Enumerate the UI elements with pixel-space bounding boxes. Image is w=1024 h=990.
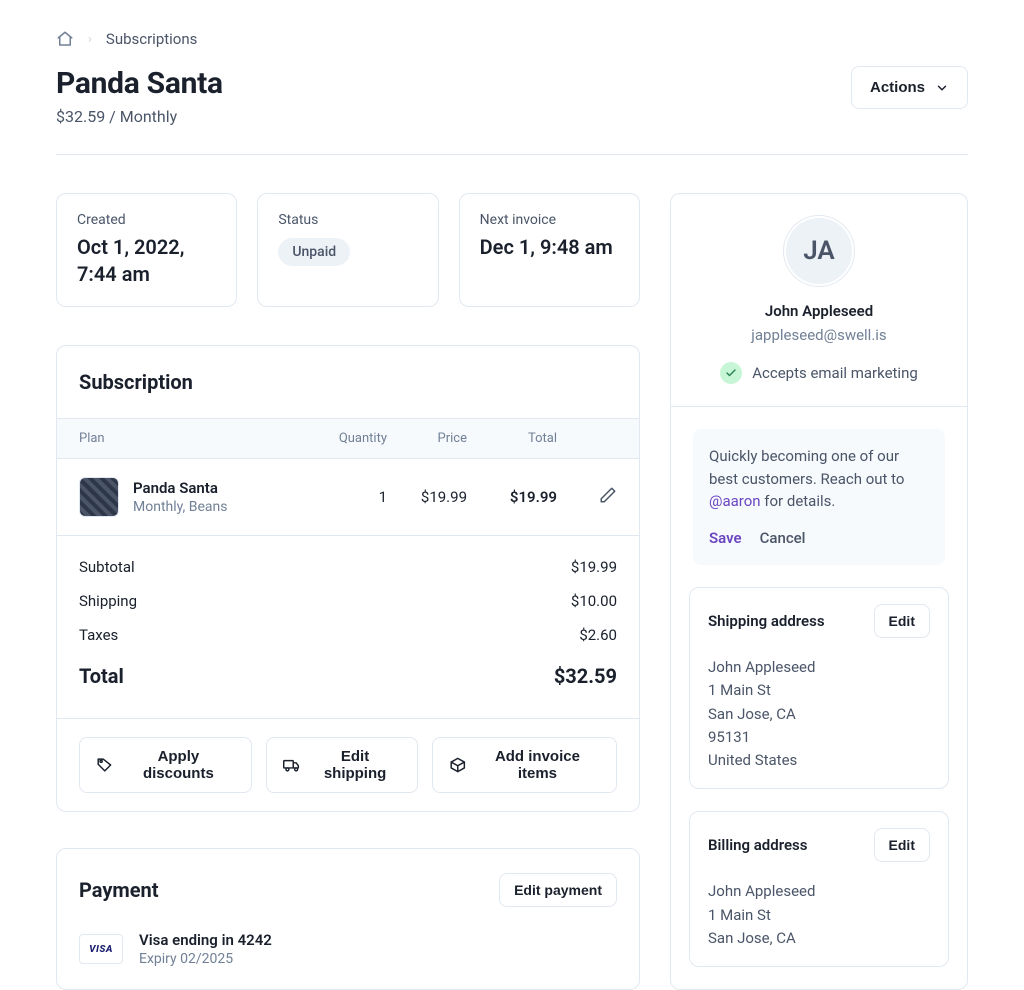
th-total: Total (467, 431, 557, 446)
card-expiry: Expiry 02/2025 (139, 951, 272, 967)
chevron-down-icon (935, 81, 949, 95)
billing-address-block: Billing address Edit John Appleseed 1 Ma… (689, 811, 949, 967)
payment-card-row: VISA Visa ending in 4242 Expiry 02/2025 (57, 931, 639, 989)
product-name: Panda Santa (133, 479, 227, 497)
subscription-panel: Subscription Plan Quantity Price Total P… (56, 345, 640, 812)
add-invoice-items-label: Add invoice items (475, 748, 600, 782)
line-total: $19.99 (467, 488, 557, 506)
email-marketing-status: Accepts email marketing (720, 362, 918, 384)
chevron-right-icon: › (88, 32, 92, 47)
edit-shipping-address-button[interactable]: Edit (874, 604, 930, 638)
home-icon[interactable] (56, 30, 74, 48)
payment-title: Payment (79, 878, 159, 902)
page-header: Panda Santa $32.59 / Monthly Actions (56, 66, 968, 155)
addr-line: 1 Main St (708, 904, 930, 927)
breadcrumb-section[interactable]: Subscriptions (106, 30, 197, 48)
customer-hero: JA John Appleseed jappleseed@swell.is Ac… (671, 194, 967, 407)
stat-created: Created Oct 1, 2022, 7:44 am (56, 193, 237, 307)
subscription-line-item: Panda Santa Monthly, Beans 1 $19.99 $19.… (57, 459, 639, 536)
subscription-title: Subscription (79, 370, 193, 394)
billing-address-lines: John Appleseed 1 Main St San Jose, CA (708, 880, 930, 950)
edit-billing-address-button[interactable]: Edit (874, 828, 930, 862)
stat-next-label: Next invoice (480, 212, 619, 228)
box-plus-icon (449, 756, 467, 774)
shipping-address-block: Shipping address Edit John Appleseed 1 M… (689, 587, 949, 789)
card-label: Visa ending in 4242 (139, 931, 272, 949)
product-meta: Monthly, Beans (133, 499, 227, 515)
email-marketing-label: Accepts email marketing (752, 364, 918, 382)
taxes-label: Taxes (79, 626, 118, 644)
stat-status: Status Unpaid (257, 193, 438, 307)
customer-email: jappleseed@swell.is (751, 326, 886, 344)
shipping-label: Shipping (79, 592, 137, 610)
billing-address-title: Billing address (708, 836, 807, 854)
truck-icon (283, 756, 301, 774)
note-cancel-button[interactable]: Cancel (760, 527, 806, 550)
total-value: $32.59 (554, 664, 617, 688)
addr-line: John Appleseed (708, 880, 930, 903)
customer-panel: JA John Appleseed jappleseed@swell.is Ac… (670, 193, 968, 990)
apply-discounts-label: Apply discounts (122, 748, 236, 782)
breadcrumb: › Subscriptions (56, 30, 968, 48)
subtotal-value: $19.99 (571, 558, 617, 576)
note-mention[interactable]: @aaron (709, 492, 761, 510)
line-price: $19.99 (387, 488, 467, 506)
stat-created-label: Created (77, 212, 216, 228)
addr-line: United States (708, 749, 930, 772)
stat-next-value: Dec 1, 9:48 am (480, 234, 619, 261)
apply-discounts-button[interactable]: Apply discounts (79, 737, 252, 793)
stat-next-invoice: Next invoice Dec 1, 9:48 am (459, 193, 640, 307)
stat-cards: Created Oct 1, 2022, 7:44 am Status Unpa… (56, 193, 640, 307)
note-save-button[interactable]: Save (709, 527, 742, 550)
addr-line: 1 Main St (708, 679, 930, 702)
shipping-value: $10.00 (571, 592, 617, 610)
payment-panel: Payment Edit payment VISA Visa ending in… (56, 848, 640, 990)
line-qty: 1 (317, 488, 387, 506)
th-price: Price (387, 431, 467, 446)
edit-shipping-button[interactable]: Edit shipping (266, 737, 418, 793)
subscription-table-head: Plan Quantity Price Total (57, 418, 639, 459)
customer-note: Quickly becoming one of our best custome… (693, 429, 945, 565)
taxes-value: $2.60 (579, 626, 617, 644)
tag-icon (96, 756, 114, 774)
actions-dropdown[interactable]: Actions (851, 66, 968, 109)
total-label: Total (79, 664, 124, 688)
shipping-address-lines: John Appleseed 1 Main St San Jose, CA 95… (708, 656, 930, 772)
addr-line: San Jose, CA (708, 703, 930, 726)
addr-line: San Jose, CA (708, 927, 930, 950)
actions-label: Actions (870, 79, 925, 96)
note-text-before: Quickly becoming one of our best custome… (709, 447, 905, 488)
edit-shipping-label: Edit shipping (309, 748, 402, 782)
addr-line: John Appleseed (708, 656, 930, 679)
subscription-totals: Subtotal $19.99 Shipping $10.00 Taxes $2… (57, 536, 639, 719)
th-plan: Plan (79, 431, 317, 446)
th-quantity: Quantity (317, 431, 387, 446)
avatar: JA (784, 216, 854, 286)
addr-line: 95131 (708, 726, 930, 749)
check-icon (720, 362, 742, 384)
subscription-actions: Apply discounts Edit shipping Add invoic… (57, 719, 639, 811)
stat-created-value: Oct 1, 2022, 7:44 am (77, 234, 216, 288)
product-thumbnail (79, 477, 119, 517)
edit-payment-button[interactable]: Edit payment (499, 873, 617, 907)
page-subtitle: $32.59 / Monthly (56, 107, 223, 126)
subtotal-label: Subtotal (79, 558, 135, 576)
pencil-icon[interactable] (599, 486, 617, 504)
add-invoice-items-button[interactable]: Add invoice items (432, 737, 617, 793)
shipping-address-title: Shipping address (708, 612, 825, 630)
page-title: Panda Santa (56, 66, 223, 101)
status-badge: Unpaid (278, 238, 350, 266)
customer-name: John Appleseed (765, 302, 873, 320)
note-text-after: for details. (761, 492, 836, 510)
stat-status-label: Status (278, 212, 417, 228)
